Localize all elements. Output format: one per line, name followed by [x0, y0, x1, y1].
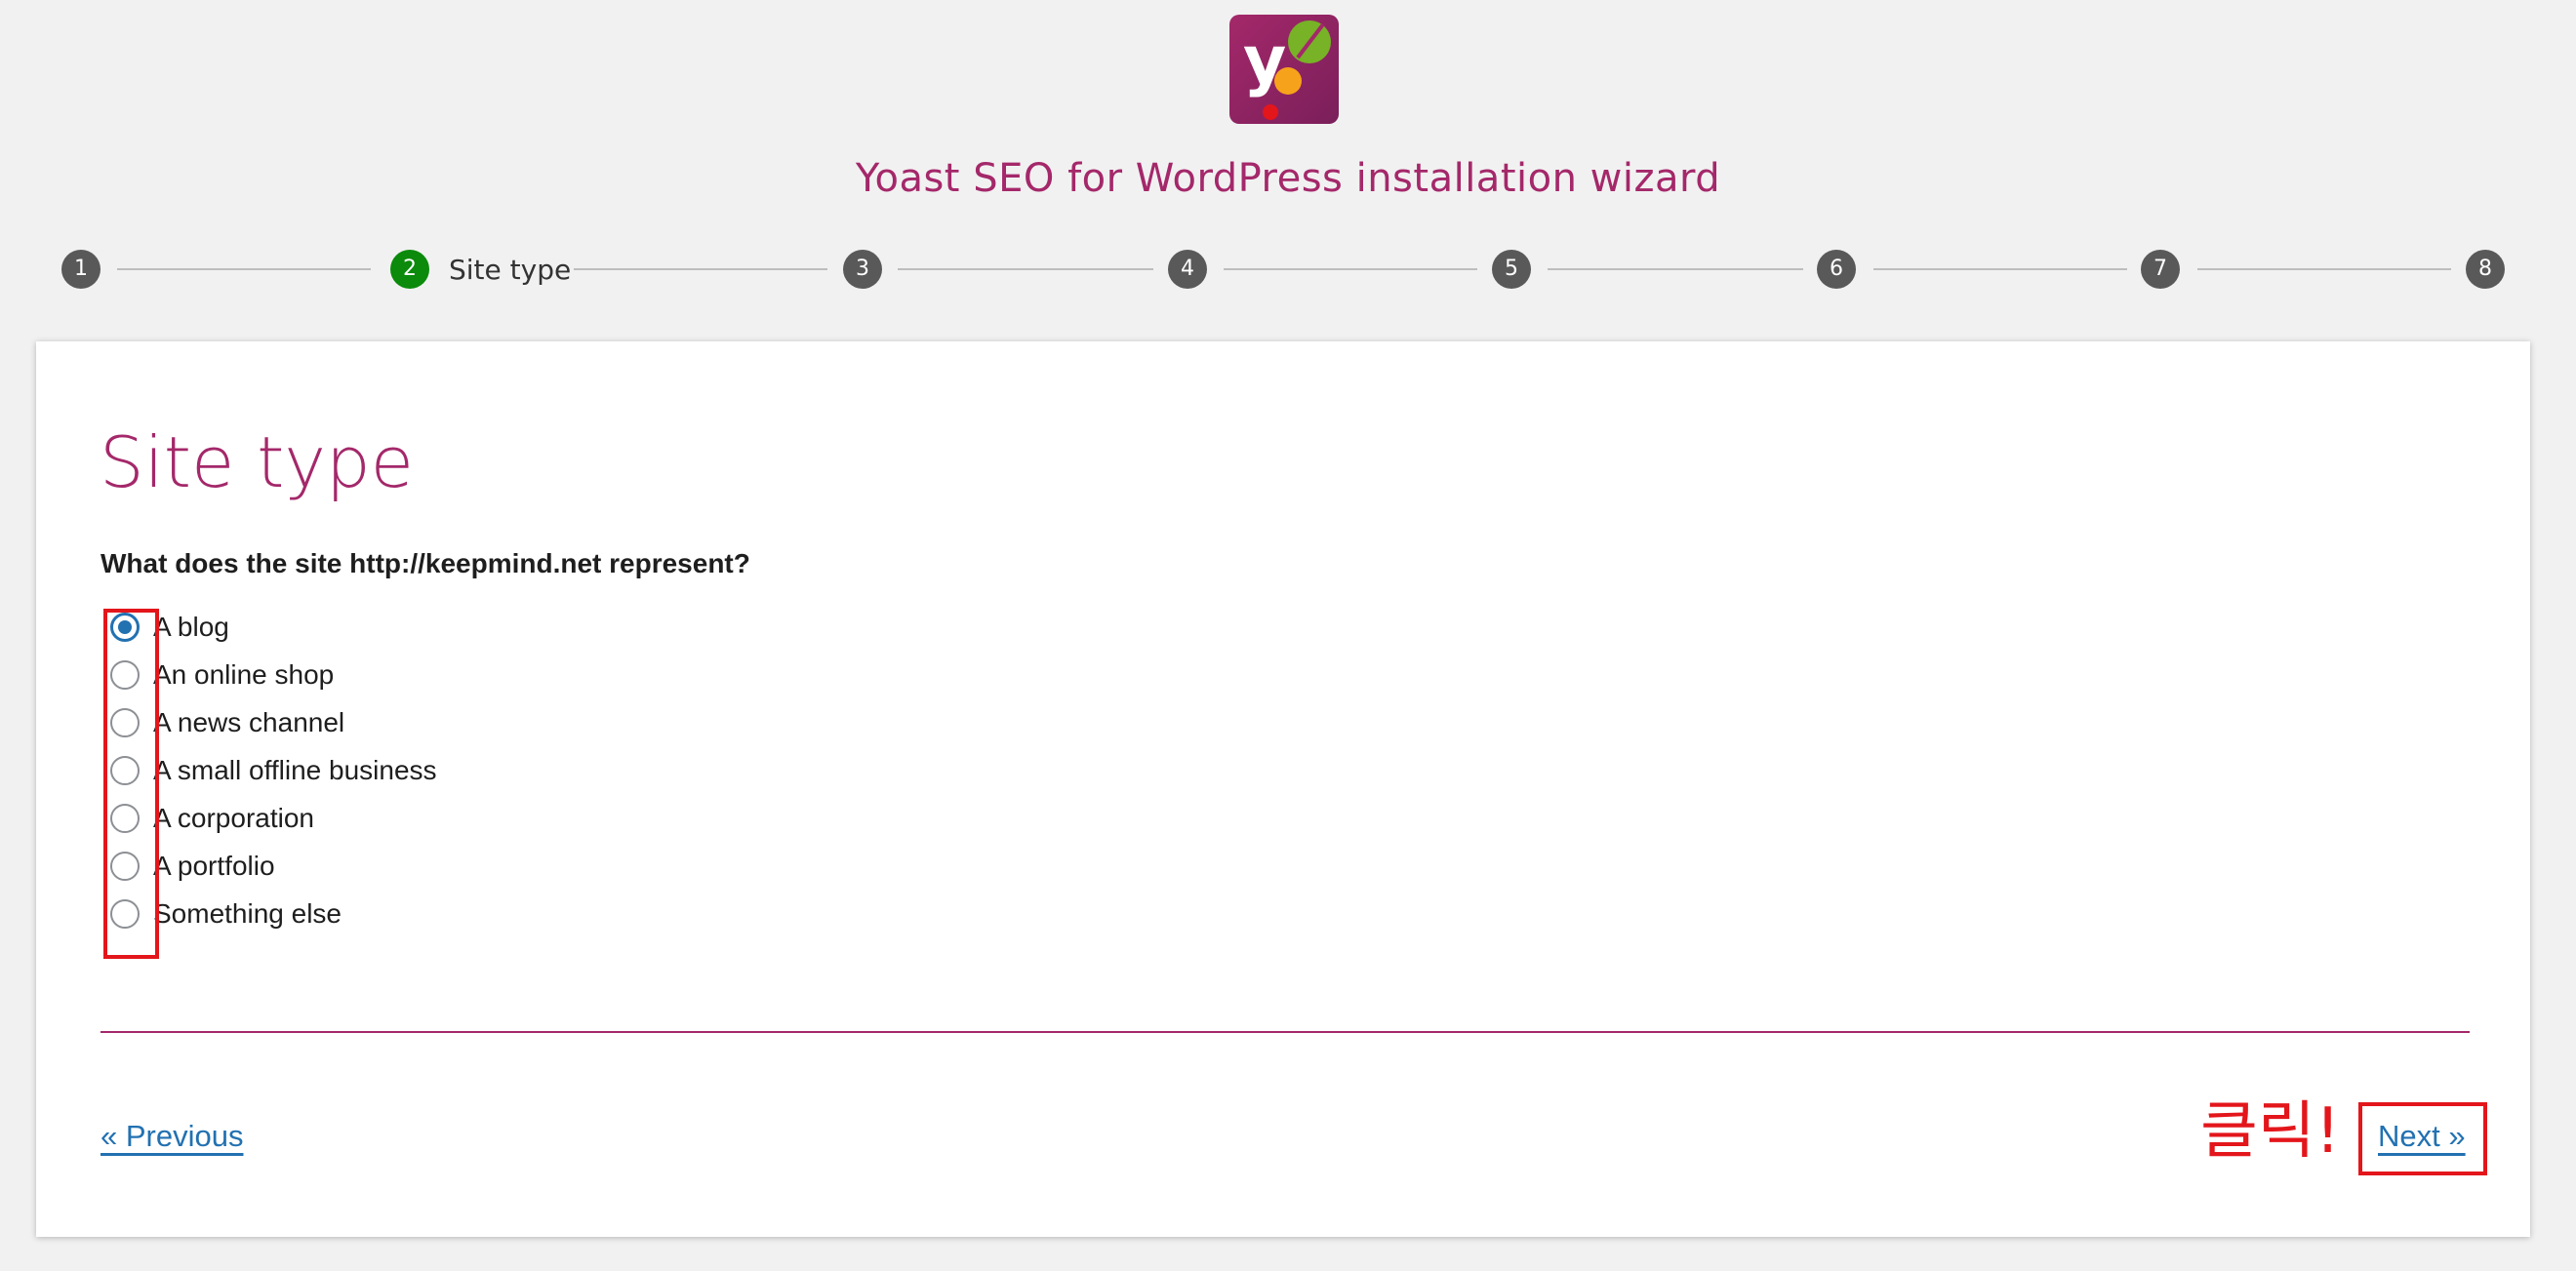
step-6[interactable]: 6	[1817, 250, 1856, 289]
option-label: A portfolio	[153, 850, 275, 881]
option-label: A small offline business	[153, 754, 437, 785]
wizard-title: Yoast SEO for WordPress installation wiz…	[855, 156, 1721, 201]
wizard-card: Site type What does the site http://keep…	[36, 341, 2530, 1237]
step-3[interactable]: 3	[843, 250, 882, 289]
step-connector	[2197, 268, 2451, 270]
step-4[interactable]: 4	[1168, 250, 1207, 289]
step-8[interactable]: 8	[2466, 250, 2505, 289]
option-label: A blog	[153, 611, 229, 642]
yoast-logo: y	[1229, 15, 1339, 124]
step-connector	[1548, 268, 1803, 270]
option-label: Something else	[153, 897, 342, 929]
step-7[interactable]: 7	[2141, 250, 2180, 289]
step-connector	[898, 268, 1153, 270]
step-connector	[574, 268, 827, 270]
progress-stepper: 1 2 Site type 3 4 5 6 7 8	[0, 244, 2576, 295]
divider	[101, 1031, 2470, 1033]
step-1[interactable]: 1	[61, 250, 101, 289]
option-label: A news channel	[153, 706, 345, 737]
step-connector	[1873, 268, 2127, 270]
previous-button[interactable]: « Previous	[101, 1119, 243, 1154]
yoast-logo-icon: y	[1243, 20, 1331, 120]
option-label: An online shop	[153, 658, 335, 690]
step-2[interactable]: 2	[390, 250, 429, 289]
click-annotation: 클릭!	[2200, 1095, 2341, 1168]
step-5[interactable]: 5	[1492, 250, 1531, 289]
site-type-question: What does the site http://keepmind.net r…	[101, 548, 750, 578]
page-title: Site type	[100, 421, 414, 503]
next-button-highlight	[2358, 1102, 2487, 1175]
step-connector	[1224, 268, 1477, 270]
step-connector	[117, 268, 371, 270]
step-2-label: Site type	[449, 254, 572, 286]
radio-column-highlight	[103, 609, 159, 959]
option-label: A corporation	[153, 802, 314, 833]
